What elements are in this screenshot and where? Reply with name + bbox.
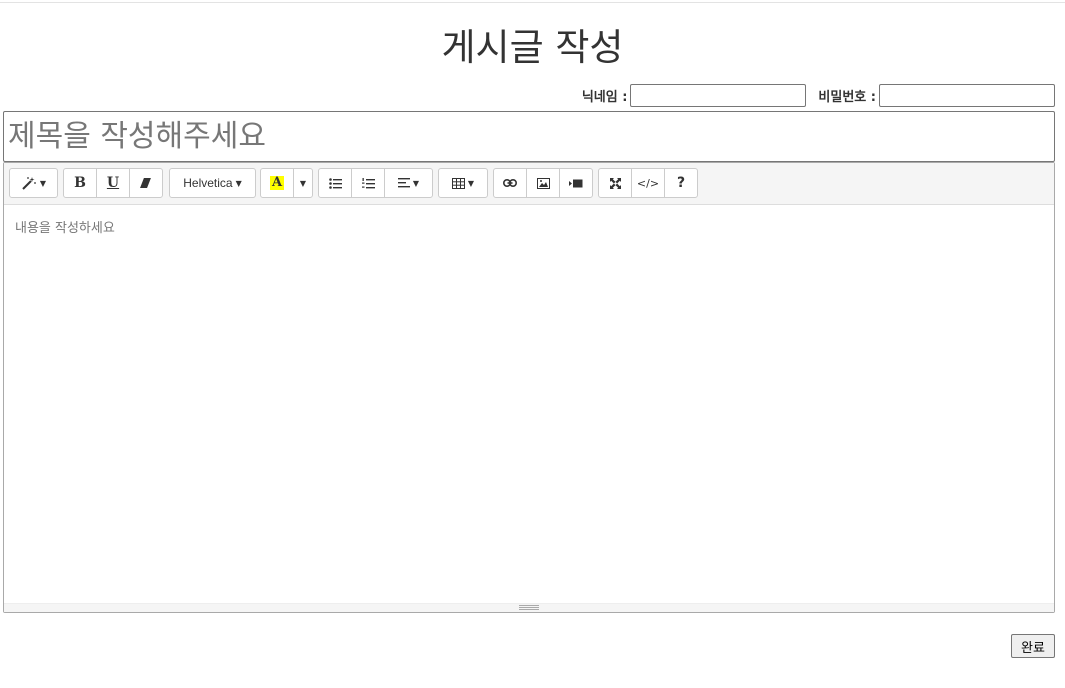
view-group: </> ?: [598, 168, 698, 198]
table-dropdown-button[interactable]: ▼: [438, 168, 488, 198]
video-icon: [569, 179, 583, 188]
editor-content-area[interactable]: 내용을 작성하세요: [4, 205, 1054, 605]
image-icon: [536, 177, 550, 189]
nickname-input[interactable]: [630, 84, 807, 107]
table-group: ▼: [438, 168, 488, 198]
submit-button[interactable]: 완료: [1011, 634, 1055, 658]
link-icon: [503, 179, 517, 187]
font-family-group: Helvetica ▼: [169, 168, 256, 198]
style-group: ▼: [9, 168, 58, 198]
insert-group: [493, 168, 593, 198]
table-icon: [451, 177, 465, 189]
align-left-icon: [397, 178, 410, 188]
magic-wand-icon: [21, 176, 37, 190]
password-input[interactable]: [879, 84, 1055, 107]
resize-handle[interactable]: [519, 605, 539, 610]
font-family-dropdown[interactable]: Helvetica ▼: [169, 168, 256, 198]
fullscreen-icon: [609, 177, 621, 189]
chevron-down-icon: ▼: [412, 178, 420, 188]
title-input[interactable]: [3, 111, 1055, 162]
style-dropdown-button[interactable]: ▼: [9, 168, 58, 198]
ordered-list-button[interactable]: [351, 168, 385, 198]
chevron-down-icon: ▼: [235, 178, 242, 188]
image-button[interactable]: [526, 168, 560, 198]
bold-button[interactable]: B: [63, 168, 97, 198]
fullscreen-button[interactable]: [598, 168, 632, 198]
paragraph-align-dropdown[interactable]: ▼: [384, 168, 433, 198]
editor-toolbar: ▼ B U Helvetica ▼ A ▼ ▼ ▼ </> ?: [4, 163, 1054, 205]
unordered-list-button[interactable]: [318, 168, 352, 198]
chevron-down-icon: ▼: [299, 178, 307, 188]
top-divider: [0, 2, 1065, 3]
help-button[interactable]: ?: [664, 168, 698, 198]
video-button[interactable]: [559, 168, 593, 198]
clear-format-button[interactable]: [129, 168, 163, 198]
nickname-label: 닉네임 :: [581, 90, 628, 105]
editor-placeholder: 내용을 작성하세요: [15, 221, 115, 236]
text-color-button[interactable]: A: [260, 168, 294, 198]
link-button[interactable]: [493, 168, 527, 198]
rich-text-editor: ▼ B U Helvetica ▼ A ▼ ▼ ▼ </> ? 내용을 작성하세…: [3, 162, 1055, 613]
font-style-group: B U: [63, 168, 163, 198]
unordered-list-icon: [328, 177, 342, 189]
author-fields: 닉네임 : 비밀번호 :: [582, 83, 1055, 108]
chevron-down-icon: ▼: [467, 178, 475, 188]
color-letter: A: [269, 175, 285, 190]
color-group: A ▼: [260, 168, 313, 198]
chevron-down-icon: ▼: [39, 178, 47, 188]
paragraph-group: ▼: [318, 168, 433, 198]
code-view-button[interactable]: </>: [631, 168, 665, 198]
underline-button[interactable]: U: [96, 168, 130, 198]
font-family-value: Helvetica: [183, 176, 233, 190]
ordered-list-icon: [361, 177, 375, 189]
color-dropdown-button[interactable]: ▼: [293, 168, 313, 198]
eraser-icon: [140, 177, 152, 189]
editor-statusbar: [4, 603, 1054, 612]
page-title: 게시글 작성: [441, 26, 624, 69]
password-label: 비밀번호 :: [818, 90, 876, 105]
